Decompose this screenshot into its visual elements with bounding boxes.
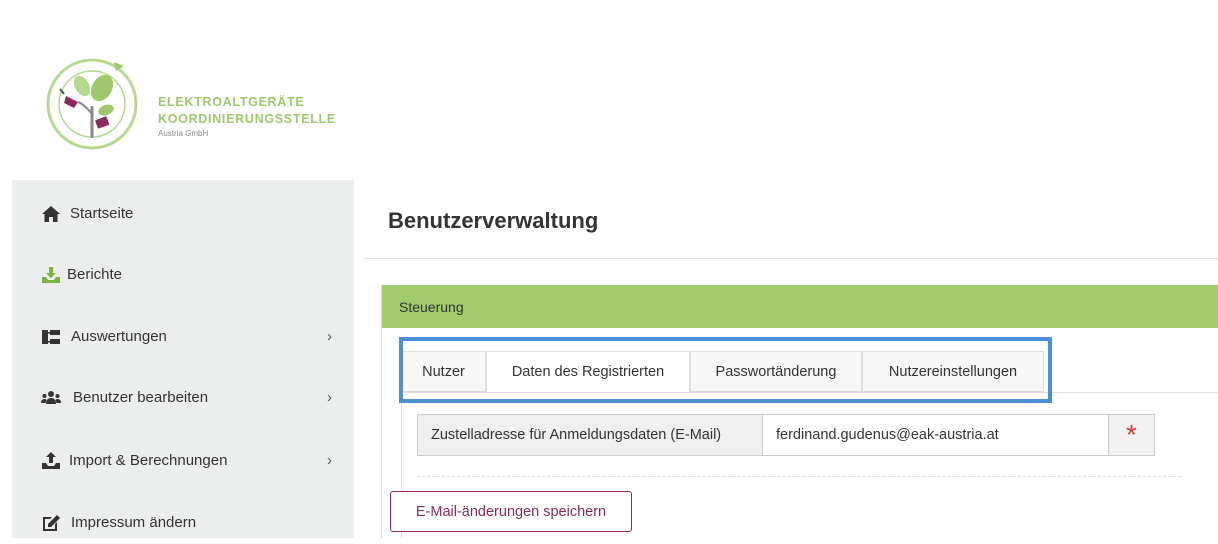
sidebar-item-label: Impressum ändern: [71, 514, 197, 531]
panel-heading: Steuerung: [382, 285, 1218, 328]
tab-nutzereinstellungen[interactable]: Nutzereinstellungen: [862, 351, 1044, 392]
sidebar-item-label: Auswertungen: [71, 328, 167, 345]
brand-line-1: ELEKTROALTGERÄTE: [158, 95, 305, 109]
tab-passwortaenderung[interactable]: Passwortänderung: [690, 351, 862, 392]
sidebar-item-label: Startseite: [70, 205, 134, 222]
sidebar-item-impressum[interactable]: Impressum ändern: [12, 504, 354, 544]
email-field-label: Zustelladresse für Anmeldungsdaten (E-Ma…: [431, 427, 722, 443]
sidebar-item-label: Berichte: [67, 266, 123, 283]
chevron-right-icon: ›: [327, 452, 332, 469]
logo[interactable]: ELEKTROALTGERÄTE KOORDINIERUNGSSTELLE Au…: [44, 56, 344, 160]
sidebar-item-startseite[interactable]: Startseite: [12, 195, 354, 235]
asterisk-icon: *: [1126, 419, 1137, 450]
sitemap-icon: [42, 330, 60, 344]
brand-line-3: Austria GmbH: [158, 129, 209, 138]
tab-label: Nutzereinstellungen: [888, 364, 1018, 380]
title-divider: [364, 258, 1218, 259]
tab-label: Nutzer: [422, 364, 465, 380]
tab-label: Daten des Registrierten: [511, 364, 665, 380]
required-indicator: *: [1108, 415, 1154, 455]
chevron-right-icon: ›: [327, 389, 332, 406]
logo-emblem-icon: [46, 58, 138, 150]
tab-nutzer[interactable]: Nutzer: [401, 351, 486, 392]
tab-label: Passwortänderung: [715, 364, 837, 380]
edit-icon: [43, 515, 60, 531]
chevron-right-icon: ›: [327, 328, 332, 345]
sidebar-item-benutzer-bearbeiten[interactable]: Benutzer bearbeiten ›: [12, 379, 354, 419]
save-email-button-label: E-Mail-änderungen speichern: [415, 503, 607, 520]
main-content: Benutzerverwaltung Steuerung Nutzer Date…: [354, 180, 1218, 538]
users-icon: [41, 391, 61, 404]
email-field-label-addon: Zustelladresse für Anmeldungsdaten (E-Ma…: [418, 415, 763, 455]
logo-text: ELEKTROALTGERÄTE KOORDINIERUNGSSTELLE Au…: [158, 94, 336, 140]
form-divider: [417, 476, 1181, 477]
page-title: Benutzerverwaltung: [388, 208, 599, 233]
upload-tray-icon: [42, 452, 60, 469]
sidebar-item-label: Import & Berechnungen: [69, 452, 228, 469]
header: ELEKTROALTGERÄTE KOORDINIERUNGSSTELLE Au…: [0, 0, 1218, 180]
sidebar-item-import-berechnungen[interactable]: Import & Berechnungen ›: [12, 442, 354, 482]
tab-daten-des-registrierten[interactable]: Daten des Registrierten: [486, 351, 690, 392]
sidebar-item-label: Benutzer bearbeiten: [73, 389, 209, 406]
brand-line-2: KOORDINIERUNGSSTELLE: [158, 112, 336, 126]
download-tray-icon: [42, 267, 60, 283]
sidebar: Startseite Berichte Auswertungen › Benut…: [12, 180, 354, 538]
email-field[interactable]: [763, 415, 1108, 455]
home-icon: [42, 206, 60, 222]
panel-heading-label: Steuerung: [399, 299, 464, 315]
sidebar-item-berichte[interactable]: Berichte: [12, 256, 354, 296]
sidebar-item-auswertungen[interactable]: Auswertungen ›: [12, 318, 354, 358]
email-input-group: Zustelladresse für Anmeldungsdaten (E-Ma…: [417, 414, 1155, 456]
save-email-button[interactable]: E-Mail-änderungen speichern: [390, 491, 632, 532]
